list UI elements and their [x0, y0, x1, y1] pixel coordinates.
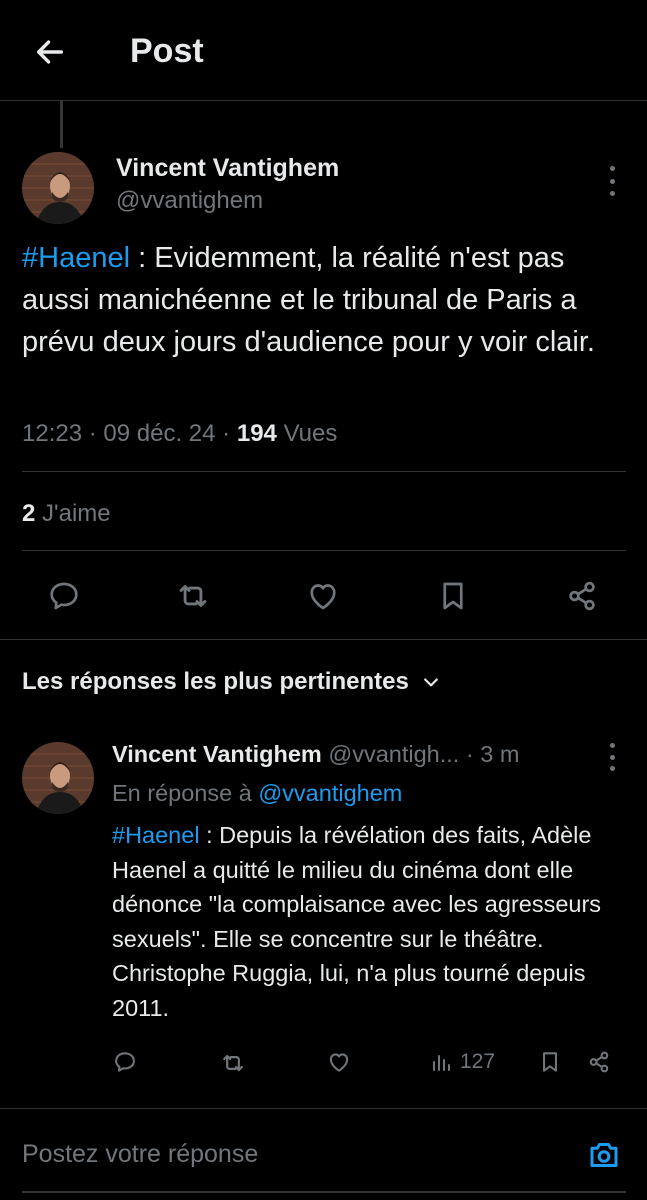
like-button[interactable] — [303, 576, 343, 616]
reply-bookmark-button[interactable] — [537, 1049, 563, 1075]
replies-section-title: Les réponses les plus pertinentes — [22, 668, 409, 695]
heart-icon — [310, 584, 336, 610]
divider — [0, 639, 647, 640]
reply-button[interactable] — [44, 576, 84, 616]
tweet-date: 09 déc. 24 — [103, 420, 216, 447]
more-dot — [609, 754, 615, 760]
reply-header: Vincent Vantighem @vvantigh... · 3 m — [112, 741, 519, 768]
reply-views-count: 127 — [460, 1050, 496, 1073]
reply-body: : Depuis la révélation des faits, Adèle … — [112, 822, 602, 1021]
reply-hashtag-link[interactable]: #Haenel — [112, 822, 200, 848]
more-dot — [609, 766, 615, 771]
share-button[interactable] — [562, 576, 602, 616]
author-handle[interactable]: @vvantighem — [116, 187, 263, 215]
more-dot — [609, 191, 615, 196]
divider — [22, 471, 626, 472]
reply-avatar[interactable] — [22, 742, 94, 814]
more-vertical-icon — [609, 166, 615, 171]
likes-count: 2 — [22, 500, 36, 527]
top-bar: Post — [0, 0, 647, 101]
repost-icon — [223, 1054, 243, 1072]
likes-label: J'aime — [42, 500, 111, 527]
hashtag-link[interactable]: #Haenel — [22, 242, 130, 274]
back-button[interactable] — [30, 32, 70, 72]
reply-author-handle[interactable]: @vvantigh... — [328, 741, 459, 767]
author-name[interactable]: Vincent Vantighem — [116, 154, 339, 183]
reply-author-name[interactable]: Vincent Vantighem — [112, 741, 322, 767]
more-options-button[interactable] — [607, 166, 617, 196]
meta-separator: · — [465, 741, 474, 767]
divider — [22, 550, 626, 551]
post-screen: Post Vincent Vantighem @vvantighem #Haen… — [0, 0, 647, 1200]
bookmark-button[interactable] — [433, 576, 473, 616]
reply-bubble-icon — [50, 582, 78, 610]
meta-separator: · — [222, 420, 237, 447]
reply-repost-button[interactable] — [219, 1049, 247, 1077]
repost-icon — [179, 585, 207, 607]
in-reply-to: En réponse à @vvantighem — [112, 780, 402, 807]
reply-more-options-button[interactable] — [607, 743, 617, 771]
reply-bubble-icon — [115, 1052, 135, 1072]
in-reply-prefix: En réponse à — [112, 780, 252, 806]
camera-icon — [590, 1143, 618, 1167]
reply-share-button[interactable] — [586, 1049, 612, 1075]
bookmark-icon — [443, 582, 463, 610]
reply-like-button[interactable] — [326, 1049, 352, 1075]
share-icon — [569, 581, 595, 611]
meta-separator: · — [88, 420, 104, 447]
reply-text: #Haenel : Depuis la révélation des faits… — [112, 818, 627, 1025]
heart-icon — [329, 1053, 349, 1072]
chevron-down-icon — [423, 678, 438, 687]
tweet-time: 12:23 — [22, 420, 83, 447]
bookmark-icon — [543, 1052, 557, 1072]
page-title: Post — [130, 32, 204, 70]
in-reply-handle-link[interactable]: @vvantighem — [258, 780, 402, 806]
avatar-image — [22, 742, 94, 814]
tweet-meta: 12:23 · 09 déc. 24 · 194 Vues — [22, 420, 337, 448]
reply-reply-button[interactable] — [112, 1049, 138, 1075]
views-bars-icon — [433, 1055, 450, 1071]
repost-button[interactable] — [173, 576, 213, 616]
reply-composer-input[interactable]: Postez votre réponse — [22, 1140, 258, 1169]
reply-time[interactable]: 3 m — [480, 741, 519, 767]
camera-button[interactable] — [584, 1135, 624, 1175]
reply-views-button[interactable]: 127 — [430, 1050, 495, 1074]
tweet-text: #Haenel : Evidemment, la réalité n'est p… — [22, 237, 632, 363]
share-icon — [589, 1051, 609, 1073]
views-label: Vues — [283, 420, 338, 447]
arrow-left-icon — [36, 40, 64, 64]
divider — [0, 1108, 647, 1109]
avatar[interactable] — [22, 152, 94, 224]
likes-summary[interactable]: 2 J'aime — [22, 500, 111, 528]
avatar-image — [22, 152, 94, 224]
composer-underline — [22, 1191, 626, 1193]
more-dot — [609, 178, 615, 184]
views-count: 194 — [236, 420, 277, 447]
thread-line — [60, 100, 63, 148]
more-vertical-icon — [609, 743, 615, 748]
replies-sort-dropdown[interactable]: Les réponses les plus pertinentes — [22, 668, 441, 696]
